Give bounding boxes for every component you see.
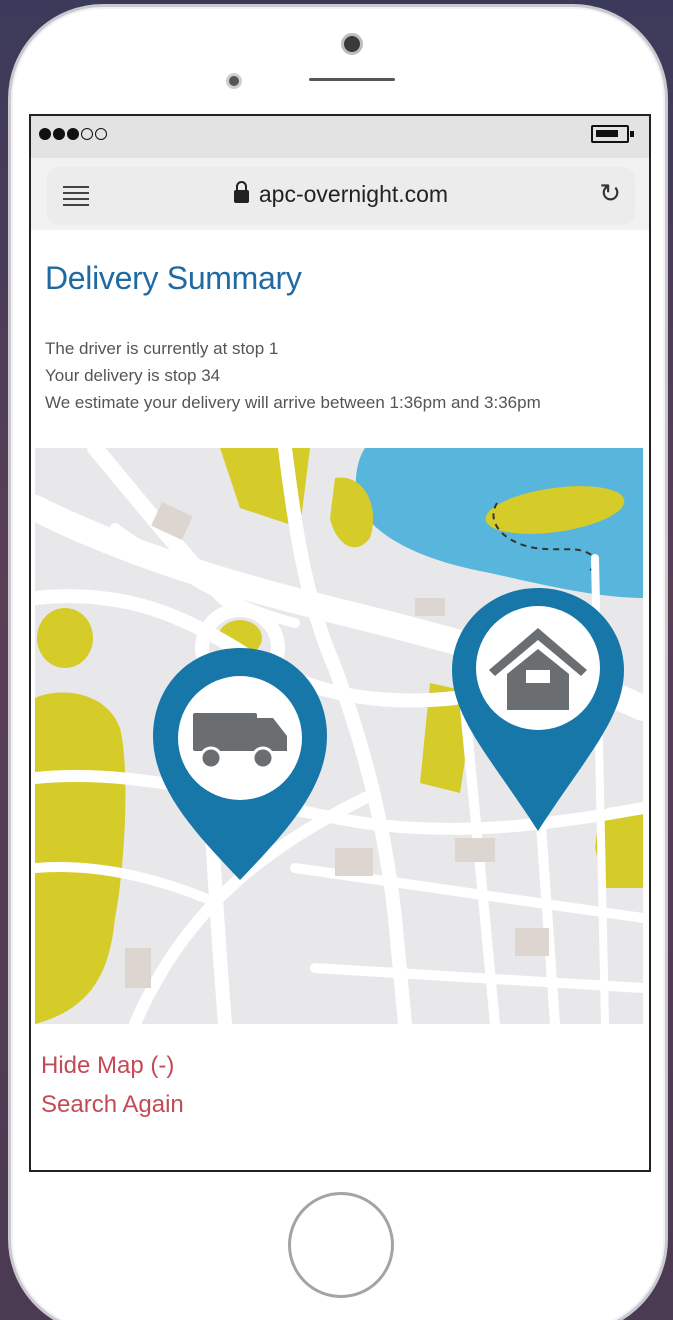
map-illustration <box>31 440 649 1031</box>
earpiece-speaker <box>309 78 395 81</box>
url-text: apc-overnight.com <box>258 181 449 207</box>
map-links: Hide Map (-) Search Again <box>41 1046 184 1124</box>
sensor-icon <box>226 73 242 89</box>
search-again-link[interactable]: Search Again <box>41 1085 184 1124</box>
address-bar[interactable]: apc-overnight.com ↻ <box>47 167 635 225</box>
delivery-info: The driver is currently at stop 1 Your d… <box>45 335 635 416</box>
url-display[interactable]: apc-overnight.com <box>47 181 635 208</box>
status-bar <box>31 116 649 158</box>
delivery-map[interactable] <box>31 440 649 1031</box>
eta-text: We estimate your delivery will arrive be… <box>45 393 541 412</box>
browser-chrome: apc-overnight.com ↻ <box>31 158 649 230</box>
signal-dots-icon <box>39 128 107 140</box>
home-button[interactable] <box>288 1192 394 1298</box>
battery-icon <box>591 125 634 143</box>
reload-icon[interactable]: ↻ <box>599 179 621 209</box>
front-camera-icon <box>341 33 363 55</box>
delivery-stop-text: Your delivery is stop 34 <box>45 366 221 385</box>
page-content: Delivery Summary The driver is currently… <box>31 260 649 416</box>
lock-icon <box>233 181 249 203</box>
phone-screen: apc-overnight.com ↻ Delivery Summary The… <box>29 114 651 1172</box>
hide-map-link[interactable]: Hide Map (-) <box>41 1046 184 1085</box>
page-title: Delivery Summary <box>45 260 302 296</box>
driver-stop-text: The driver is currently at stop 1 <box>45 339 279 358</box>
